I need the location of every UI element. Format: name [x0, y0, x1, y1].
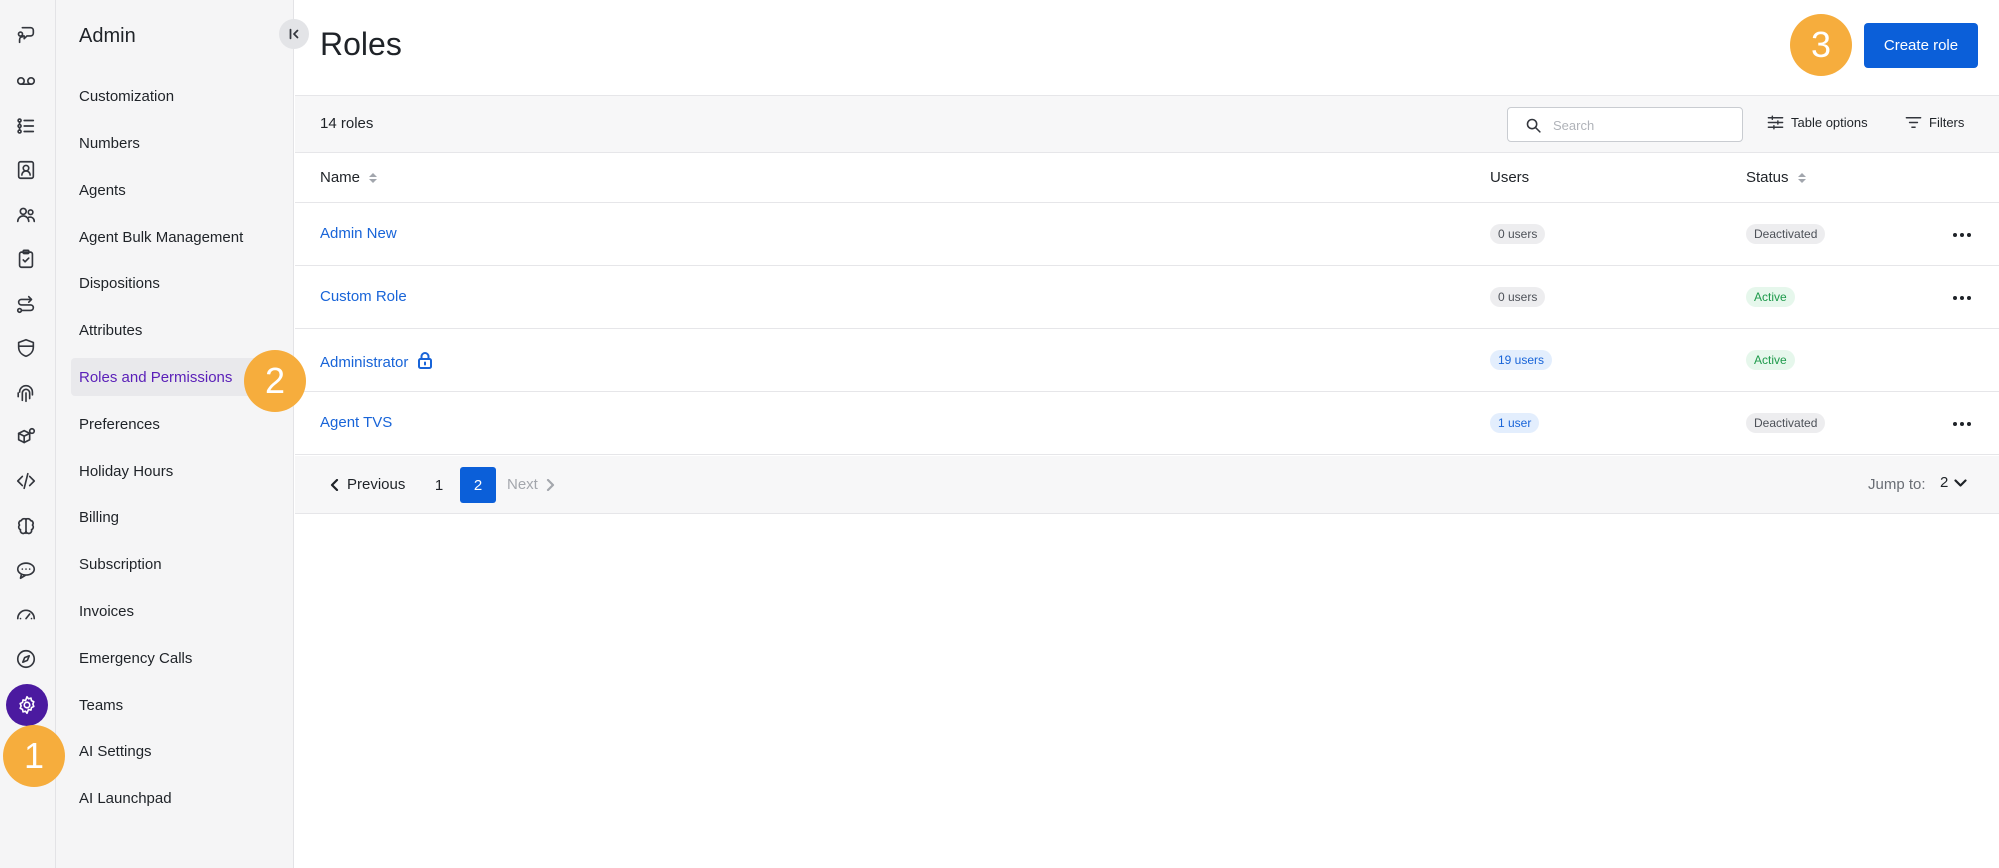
- sidebar-item-customization[interactable]: Customization: [71, 77, 287, 115]
- column-header-users-label: Users: [1490, 169, 1530, 186]
- table-toolbar: 14 roles Table options Filters: [295, 95, 1999, 153]
- clipboard-icon[interactable]: [10, 243, 42, 275]
- role-name-link[interactable]: Custom Role: [320, 288, 407, 305]
- collapse-left-icon: [289, 28, 299, 40]
- jump-to-select[interactable]: 2: [1940, 474, 1967, 491]
- sidebar-item-billing[interactable]: Billing: [71, 498, 287, 536]
- sort-icon: [1797, 172, 1806, 183]
- sidebar-item-agents[interactable]: Agents: [71, 171, 287, 209]
- voicemail-icon[interactable]: [10, 65, 42, 97]
- more-actions-icon[interactable]: [1950, 286, 1974, 310]
- column-header-users: Users: [1490, 169, 1529, 186]
- users-count-badge: 0 users: [1490, 224, 1546, 244]
- table-options-label: Table options: [1791, 115, 1868, 130]
- search-icon: [1526, 118, 1541, 133]
- users-count-badge: 0 users: [1490, 287, 1546, 307]
- role-name-link[interactable]: Agent TVS: [320, 414, 392, 431]
- integrations-icon[interactable]: [10, 421, 42, 453]
- sidebar-item-numbers[interactable]: Numbers: [71, 124, 287, 162]
- table-header: Name Users Status: [295, 153, 1999, 203]
- routing-icon[interactable]: [10, 288, 42, 320]
- search-box[interactable]: [1507, 107, 1743, 142]
- status-badge: Active: [1746, 287, 1795, 307]
- role-name-label: Custom Role: [320, 288, 407, 305]
- sidebar-item-attributes[interactable]: Attributes: [71, 311, 287, 349]
- chevron-right-icon: [546, 478, 554, 491]
- next-page-button[interactable]: Next: [507, 476, 555, 493]
- compass-icon[interactable]: [10, 643, 42, 675]
- sidebar-item-ai-settings[interactable]: AI Settings: [71, 732, 287, 770]
- chevron-left-icon: [330, 478, 339, 491]
- more-actions-icon[interactable]: [1950, 223, 1974, 247]
- role-name-label: Agent TVS: [320, 414, 393, 431]
- sidebar-item-holiday-hours[interactable]: Holiday Hours: [71, 452, 287, 490]
- filters-label: Filters: [1929, 115, 1965, 130]
- role-name-label: Administrator: [320, 353, 409, 371]
- column-header-status[interactable]: Status: [1746, 169, 1806, 186]
- team-icon[interactable]: [10, 199, 42, 231]
- previous-label: Previous: [347, 476, 406, 493]
- users-count-badge: 19 users: [1490, 350, 1553, 370]
- sort-icon: [369, 172, 378, 183]
- sidebar-item-emergency-calls[interactable]: Emergency Calls: [71, 639, 287, 677]
- column-header-name[interactable]: Name: [320, 169, 378, 186]
- role-name-link[interactable]: Admin New: [320, 225, 397, 242]
- contacts-icon[interactable]: [10, 154, 42, 186]
- column-header-status-label: Status: [1746, 169, 1789, 186]
- page-title: Roles: [320, 26, 402, 62]
- brain-icon[interactable]: [10, 510, 42, 542]
- sidebar-item-preferences[interactable]: Preferences: [71, 405, 287, 443]
- page-1-button[interactable]: 1: [421, 467, 457, 503]
- step-marker-3: 3: [1790, 14, 1852, 76]
- role-name-link[interactable]: Administrator: [320, 351, 433, 373]
- more-actions-icon[interactable]: [1950, 412, 1974, 436]
- main-content: Roles Create role 14 roles Table options…: [295, 0, 1999, 868]
- table-row: Administrator 19 users Active: [295, 329, 1999, 392]
- table-row: Custom Role 0 users Active: [295, 266, 1999, 329]
- roles-count: 14 roles: [320, 115, 374, 132]
- lock-icon: [417, 351, 433, 373]
- admin-sidebar: Admin Customization Numbers Agents Agent…: [56, 0, 294, 868]
- pagination: Previous 1 2 Next Jump to: 2: [295, 456, 1999, 514]
- status-badge: Deactivated: [1746, 224, 1826, 244]
- gear-icon[interactable]: [6, 684, 48, 726]
- jump-to-label: Jump to:: [1868, 476, 1926, 493]
- next-label: Next: [507, 476, 538, 493]
- column-header-name-label: Name: [320, 169, 361, 186]
- table-options-button[interactable]: Table options: [1766, 113, 1868, 132]
- collapse-sidebar-button[interactable]: [279, 19, 309, 49]
- chevron-down-icon: [1954, 478, 1967, 487]
- users-count-badge: 1 user: [1490, 413, 1540, 433]
- chat-icon[interactable]: [10, 554, 42, 586]
- page-2-button[interactable]: 2: [460, 467, 496, 503]
- dashboard-icon[interactable]: [10, 598, 42, 630]
- table-row: Agent TVS 1 user Deactivated: [295, 392, 1999, 455]
- sidebar-item-teams[interactable]: Teams: [71, 686, 287, 724]
- search-input[interactable]: [1553, 114, 1733, 136]
- jump-to-value: 2: [1940, 474, 1949, 491]
- previous-page-button[interactable]: Previous: [330, 476, 405, 493]
- filters-button[interactable]: Filters: [1904, 113, 1964, 132]
- role-name-label: Admin New: [320, 225, 397, 242]
- step-marker-1: 1: [3, 725, 65, 787]
- status-badge: Active: [1746, 350, 1795, 370]
- sidebar-item-dispositions[interactable]: Dispositions: [71, 264, 287, 302]
- filter-icon: [1905, 117, 1922, 128]
- sidebar-item-subscription[interactable]: Subscription: [71, 545, 287, 583]
- create-role-button[interactable]: Create role: [1864, 23, 1978, 68]
- shield-icon[interactable]: [10, 332, 42, 364]
- sidebar-item-ai-launchpad[interactable]: AI Launchpad: [71, 779, 287, 817]
- code-icon[interactable]: [10, 465, 42, 497]
- step-marker-2: 2: [244, 350, 306, 412]
- table-row: Admin New 0 users Deactivated: [295, 203, 1999, 266]
- list-icon[interactable]: [10, 110, 42, 142]
- status-badge: Deactivated: [1746, 413, 1826, 433]
- fingerprint-icon[interactable]: [10, 377, 42, 409]
- sliders-icon: [1767, 115, 1784, 130]
- feedback-icon[interactable]: [10, 19, 42, 51]
- sidebar-item-invoices[interactable]: Invoices: [71, 592, 287, 630]
- sidebar-item-agent-bulk-management[interactable]: Agent Bulk Management: [71, 218, 287, 256]
- sidebar-title: Admin: [79, 25, 136, 47]
